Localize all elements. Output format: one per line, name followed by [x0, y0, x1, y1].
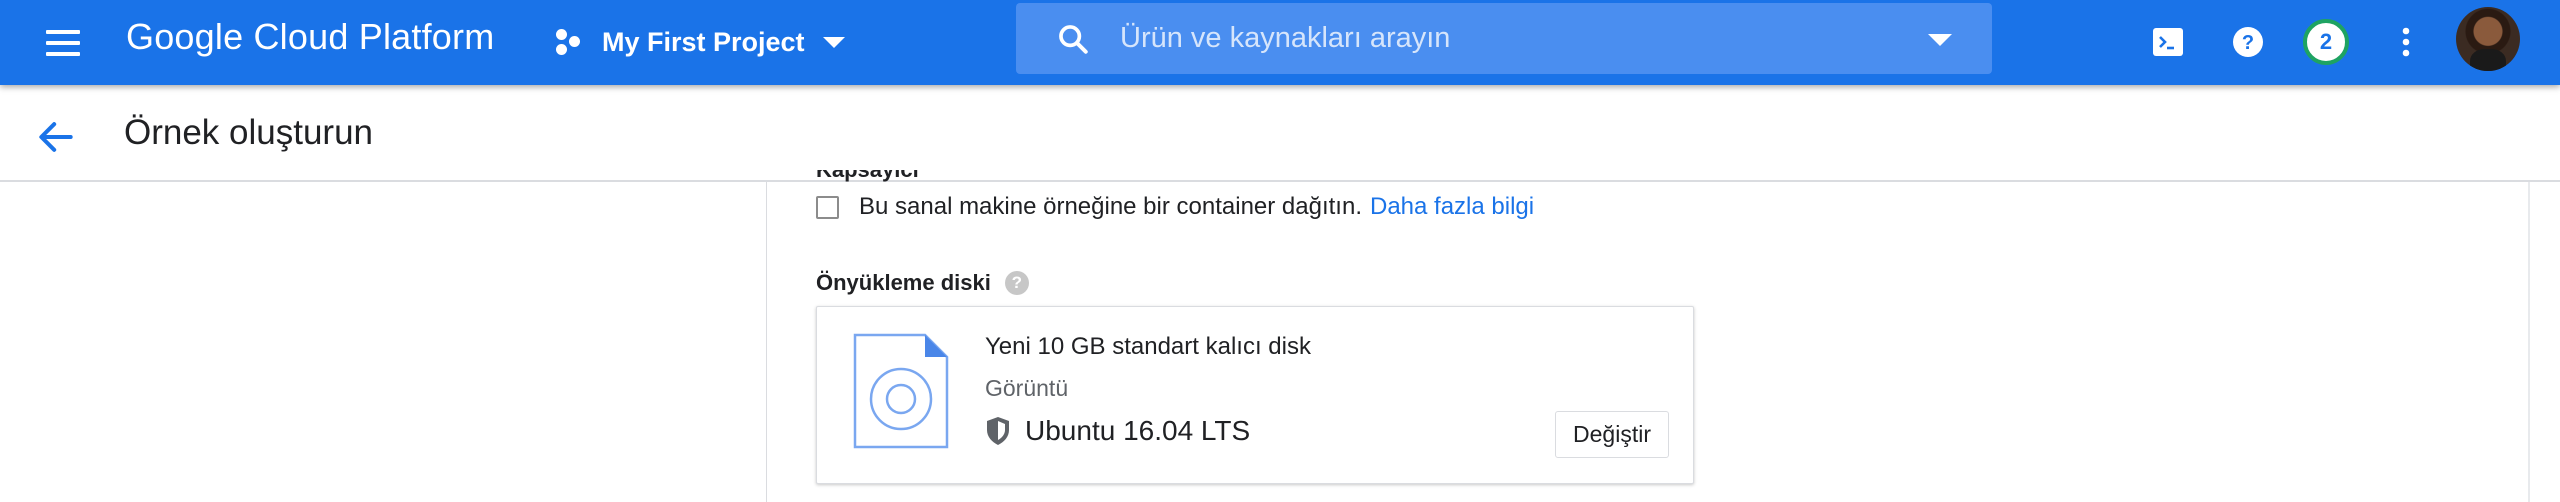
search-bar[interactable]: Ürün ve kaynakları arayın: [1016, 3, 1992, 74]
container-checkbox[interactable]: [816, 195, 839, 219]
search-dropdown-icon[interactable]: [1928, 34, 1952, 46]
column-divider: [766, 182, 767, 502]
page-title: Örnek oluşturun: [124, 113, 374, 152]
avatar[interactable]: [2456, 7, 2520, 71]
notification-count: 2: [2303, 19, 2349, 65]
brand-title[interactable]: Google Cloud Platform: [126, 16, 494, 58]
back-arrow-icon[interactable]: [34, 115, 78, 159]
disk-image-label: Görüntü: [985, 375, 1069, 401]
project-icon: [556, 27, 586, 57]
disk-title: Yeni 10 GB standart kalıcı disk: [985, 333, 1311, 360]
boot-disk-card: Yeni 10 GB standart kalıcı disk Görüntü …: [816, 306, 1694, 484]
top-app-bar: Google Cloud Platform My First Project Ü…: [0, 0, 2560, 85]
container-checkbox-row: Bu sanal makine örneğine bir container d…: [816, 193, 1534, 221]
boot-disk-title: Önyükleme diski: [816, 270, 991, 295]
search-input[interactable]: Ürün ve kaynakları arayın: [1120, 22, 1450, 55]
cloud-shell-icon[interactable]: [2144, 18, 2192, 66]
disk-os-name: Ubuntu 16.04 LTS: [1025, 415, 1251, 446]
shield-icon: [987, 417, 1009, 445]
change-disk-button[interactable]: Değiştir: [1555, 411, 1669, 458]
help-icon[interactable]: ?: [2224, 18, 2272, 66]
search-icon: [1059, 24, 1088, 54]
scrollbar-track[interactable]: [2528, 182, 2530, 502]
notifications-badge[interactable]: 2: [2302, 18, 2350, 66]
disk-file-icon: [853, 333, 949, 449]
disk-os: Ubuntu 16.04 LTS: [985, 415, 1250, 447]
boot-disk-label: Önyükleme diski ?: [816, 270, 1029, 296]
project-selector[interactable]: My First Project: [556, 20, 845, 64]
svg-text:?: ?: [2242, 32, 2254, 54]
container-section-label: Kapsayıcı: [816, 170, 919, 184]
help-icon[interactable]: ?: [1004, 271, 1029, 295]
more-vert-icon[interactable]: [2382, 18, 2430, 66]
page-header: Örnek oluşturun: [0, 85, 2560, 182]
project-name: My First Project: [602, 26, 805, 57]
menu-icon[interactable]: [40, 20, 86, 66]
container-checkbox-label: Bu sanal makine örneğine bir container d…: [859, 193, 1362, 220]
learn-more-link[interactable]: Daha fazla bilgi: [1370, 193, 1534, 221]
chevron-down-icon: [822, 36, 845, 48]
